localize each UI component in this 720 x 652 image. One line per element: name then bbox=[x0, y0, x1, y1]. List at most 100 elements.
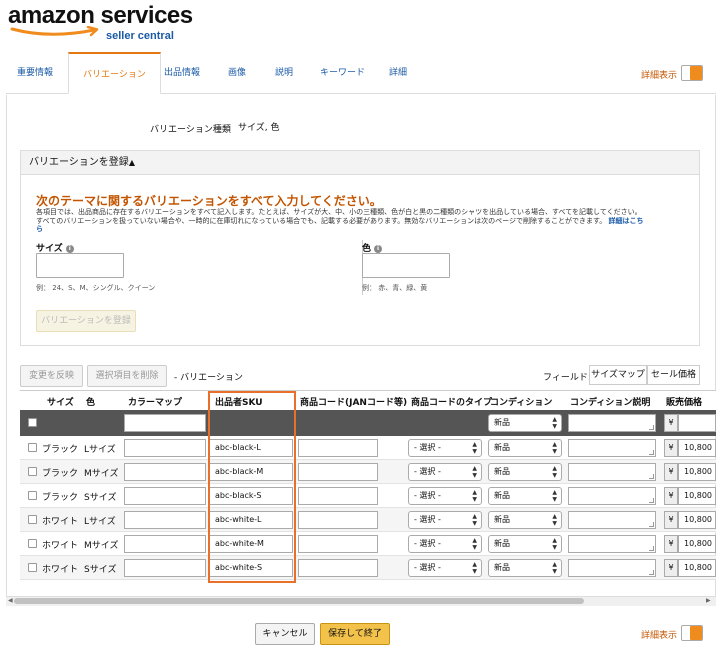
condition-select[interactable]: 新品 ▲ ▼ bbox=[488, 463, 562, 481]
row-checkbox[interactable] bbox=[28, 491, 37, 500]
code-type-select[interactable]: - 選択 - ▲ ▼ bbox=[408, 487, 482, 505]
variation-count-label: - バリエーション bbox=[174, 373, 243, 383]
select-arrows-icon: ▲ ▼ bbox=[552, 561, 557, 575]
row-checkbox[interactable] bbox=[28, 539, 37, 548]
col-price: 販売価格 bbox=[666, 398, 703, 408]
color-map-input[interactable] bbox=[124, 487, 206, 505]
condition-note-input[interactable] bbox=[568, 535, 656, 553]
condition-select[interactable]: 新品 ▲ ▼ bbox=[488, 559, 562, 577]
condition-select[interactable]: 新品 ▲ ▼ bbox=[488, 511, 562, 529]
tab-keywords[interactable]: キーワード bbox=[320, 52, 365, 94]
row-checkbox[interactable] bbox=[28, 563, 37, 572]
size-input[interactable] bbox=[36, 253, 124, 278]
detail-view-label: 詳細表示 bbox=[641, 631, 678, 641]
price-input[interactable]: 10,800 bbox=[678, 439, 716, 457]
product-code-input[interactable] bbox=[298, 463, 378, 481]
sale-price-button[interactable]: セール価格 bbox=[647, 365, 700, 385]
smile-arrow-icon bbox=[10, 26, 99, 37]
price-input[interactable]: 10,800 bbox=[678, 487, 716, 505]
product-code-input[interactable] bbox=[298, 487, 378, 505]
tab-offer[interactable]: 出品情報 bbox=[164, 52, 200, 94]
scroll-left-icon[interactable]: ◀ bbox=[8, 597, 13, 604]
row-color: ホワイト bbox=[42, 517, 79, 527]
info-icon[interactable]: i bbox=[374, 245, 383, 253]
resize-grip-icon bbox=[649, 546, 654, 551]
color-map-input[interactable] bbox=[124, 463, 206, 481]
product-code-input[interactable] bbox=[298, 439, 378, 457]
color-map-input[interactable] bbox=[124, 535, 206, 553]
color-map-input[interactable] bbox=[124, 511, 206, 529]
row-size: Mサイズ bbox=[84, 541, 119, 551]
condition-select[interactable]: 新品 ▲ ▼ bbox=[488, 439, 562, 457]
condition-select[interactable]: 新品 ▲ ▼ bbox=[488, 535, 562, 553]
price-input[interactable]: 10,800 bbox=[678, 511, 716, 529]
product-code-input[interactable] bbox=[298, 511, 378, 529]
tab-bar: 重要情報 バリエーション 出品情報 画像 説明 キーワード 詳細 bbox=[6, 52, 716, 94]
bulk-condition-select[interactable]: 新品 ▲ ▼ bbox=[488, 414, 562, 432]
condition-note-input[interactable] bbox=[568, 439, 656, 457]
select-arrows-icon: ▲ ▼ bbox=[472, 561, 477, 575]
table-row: ブラック Sサイズ abc-black-S - 選択 - ▲ ▼ 新品 ▲ ▼ ¥ 10… bbox=[20, 484, 716, 508]
color-input[interactable] bbox=[362, 253, 450, 278]
code-type-select[interactable]: - 選択 - ▲ ▼ bbox=[408, 463, 482, 481]
condition-note-input[interactable] bbox=[568, 559, 656, 577]
table-row: ブラック Lサイズ abc-black-L - 選択 - ▲ ▼ 新品 ▲ ▼ ¥ 10… bbox=[20, 436, 716, 460]
size-example: 例： 24、S、M、シングル、クイーン bbox=[36, 284, 156, 292]
cancel-button[interactable]: キャンセル bbox=[255, 623, 315, 645]
price-input[interactable]: 10,800 bbox=[678, 559, 716, 577]
code-type-select[interactable]: - 選択 - ▲ ▼ bbox=[408, 511, 482, 529]
amazon-services-logo: amazon services seller central bbox=[8, 2, 208, 42]
row-checkbox[interactable] bbox=[28, 443, 37, 452]
condition-select[interactable]: 新品 ▲ ▼ bbox=[488, 487, 562, 505]
select-all-checkbox[interactable] bbox=[28, 418, 37, 427]
select-arrows-icon: ▲ ▼ bbox=[472, 441, 477, 455]
resize-grip-icon bbox=[649, 425, 654, 430]
select-arrows-icon: ▲ ▼ bbox=[552, 513, 557, 527]
row-color: ブラック bbox=[42, 493, 79, 503]
code-type-select[interactable]: - 選択 - ▲ ▼ bbox=[408, 535, 482, 553]
price-input[interactable]: 10,800 bbox=[678, 535, 716, 553]
row-checkbox[interactable] bbox=[28, 515, 37, 524]
col-color: 色 bbox=[86, 398, 96, 408]
condition-note-input[interactable] bbox=[568, 511, 656, 529]
code-type-select[interactable]: - 選択 - ▲ ▼ bbox=[408, 439, 482, 457]
row-checkbox[interactable] bbox=[28, 467, 37, 476]
color-map-input[interactable] bbox=[124, 559, 206, 577]
info-icon[interactable]: i bbox=[65, 245, 74, 253]
resize-grip-icon bbox=[649, 570, 654, 575]
register-variations-header[interactable]: バリエーションを登録▲ bbox=[21, 151, 699, 175]
bulk-condition-note-input[interactable] bbox=[568, 414, 656, 432]
scrollbar-thumb[interactable] bbox=[14, 598, 584, 604]
tab-description[interactable]: 説明 bbox=[275, 52, 293, 94]
detail-view-toggle[interactable] bbox=[681, 625, 703, 641]
code-type-select[interactable]: - 選択 - ▲ ▼ bbox=[408, 559, 482, 577]
delete-selected-button[interactable]: 選択項目を削除 bbox=[87, 365, 167, 387]
condition-note-input[interactable] bbox=[568, 487, 656, 505]
product-code-input[interactable] bbox=[298, 535, 378, 553]
row-size: Sサイズ bbox=[84, 493, 117, 503]
tab-variations[interactable]: バリエーション bbox=[68, 52, 161, 94]
save-and-finish-button[interactable]: 保存して終了 bbox=[320, 623, 390, 645]
tab-vital-info[interactable]: 重要情報 bbox=[17, 52, 53, 94]
bulk-color-map-input[interactable] bbox=[124, 414, 206, 432]
apply-changes-button[interactable]: 変更を反映 bbox=[20, 365, 83, 387]
select-arrows-icon: ▲ ▼ bbox=[552, 489, 557, 503]
chevron-up-icon: ▲ bbox=[128, 158, 135, 167]
register-variations-button[interactable]: バリエーションを登録 bbox=[36, 310, 136, 332]
tab-more-details[interactable]: 詳細 bbox=[389, 52, 407, 94]
row-color: ブラック bbox=[42, 445, 79, 455]
size-map-button[interactable]: サイズマップ bbox=[589, 365, 647, 385]
row-color: ホワイト bbox=[42, 541, 79, 551]
detail-view-toggle[interactable] bbox=[681, 65, 703, 81]
bulk-price-input[interactable] bbox=[678, 414, 716, 432]
bulk-edit-row: 新品 ▲ ▼ ¥ bbox=[20, 410, 716, 436]
resize-grip-icon bbox=[649, 498, 654, 503]
condition-note-input[interactable] bbox=[568, 463, 656, 481]
price-input[interactable]: 10,800 bbox=[678, 463, 716, 481]
product-code-input[interactable] bbox=[298, 559, 378, 577]
scroll-right-icon[interactable]: ▶ bbox=[706, 597, 711, 604]
tab-images[interactable]: 画像 bbox=[228, 52, 246, 94]
col-product-code: 商品コード(JANコード等) bbox=[300, 398, 408, 408]
select-arrows-icon: ▲ ▼ bbox=[472, 489, 477, 503]
color-map-input[interactable] bbox=[124, 439, 206, 457]
